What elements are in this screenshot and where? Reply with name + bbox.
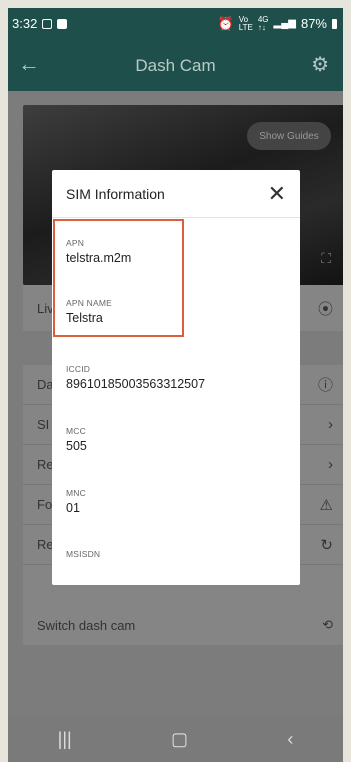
field-value: telstra.m2m: [66, 251, 132, 265]
field-value: 505: [66, 439, 87, 453]
info-icon: ⓘ: [317, 377, 333, 394]
back-nav-icon[interactable]: ‹: [287, 729, 293, 750]
msisdn-field: MSISDN: [66, 549, 100, 562]
field-label: MNC: [66, 488, 86, 498]
alert-icon: ⚠: [319, 496, 333, 514]
home-icon[interactable]: ▢: [171, 729, 188, 750]
field-label: MSISDN: [66, 549, 101, 559]
dialog-title: SIM Information: [66, 185, 165, 202]
refresh-search-icon: ⟲: [322, 617, 333, 632]
notification-icon: [42, 18, 53, 29]
app-bar: ← Dash Cam ⚙: [8, 39, 343, 91]
recent-apps-icon[interactable]: |||: [58, 729, 72, 750]
chevron-right-icon: ›: [328, 416, 333, 433]
gallery-icon: [57, 18, 68, 29]
list-item-label: SI: [37, 417, 50, 432]
field-value: 01: [66, 501, 80, 515]
field-value: Telstra: [66, 311, 103, 325]
chevron-right-icon: ›: [328, 456, 333, 473]
show-guides-button[interactable]: Show Guides: [247, 122, 331, 150]
restart-icon: ↻: [320, 536, 333, 554]
field-label: APN: [66, 238, 85, 248]
status-time: 3:32: [12, 16, 38, 31]
mnc-field: MNC 01: [66, 488, 86, 515]
phone-screen: 3:32 ⏰ Vo LTE 4G ↑↓ ▂▄▆ 87% ← Dash Cam ⚙ S…: [8, 8, 343, 762]
field-label: ICCID: [66, 364, 91, 374]
battery-percent: 87%: [300, 16, 327, 31]
iccid-field: ICCID 89610185003563312507: [66, 364, 205, 391]
sim-information-dialog: SIM Information ✕ APN telstra.m2m APN NA…: [52, 170, 300, 585]
apn-name-field: APN NAME Telstra: [66, 298, 112, 325]
close-icon[interactable]: ✕: [268, 181, 286, 207]
camera-icon: ⦿: [317, 300, 333, 318]
field-value: 89610185003563312507: [66, 377, 206, 391]
field-label: APN NAME: [66, 298, 112, 308]
dialog-header: SIM Information ✕: [52, 170, 300, 218]
field-label: MCC: [66, 426, 86, 436]
4g-icon: 4G ↑↓: [257, 14, 269, 32]
mcc-field: MCC 505: [66, 426, 87, 453]
page-title: Dash Cam: [135, 56, 216, 75]
system-nav-bar: ||| ▢ ‹: [8, 716, 343, 762]
battery-icon: [332, 18, 337, 29]
gear-icon[interactable]: ⚙: [311, 52, 329, 77]
volte-icon: Vo LTE: [238, 14, 253, 32]
status-bar: 3:32 ⏰ Vo LTE 4G ↑↓ ▂▄▆ 87%: [8, 8, 343, 39]
switch-dash-cam-row[interactable]: Switch dash cam ⟲: [23, 605, 343, 645]
apn-field: APN telstra.m2m: [66, 238, 131, 265]
signal-icon: ▂▄▆: [273, 18, 296, 29]
switch-dash-cam-label: Switch dash cam: [37, 617, 136, 633]
list-item-label: Fo: [37, 497, 53, 512]
alarm-icon: ⏰: [217, 15, 234, 31]
fullscreen-icon[interactable]: ⛶: [321, 250, 331, 267]
